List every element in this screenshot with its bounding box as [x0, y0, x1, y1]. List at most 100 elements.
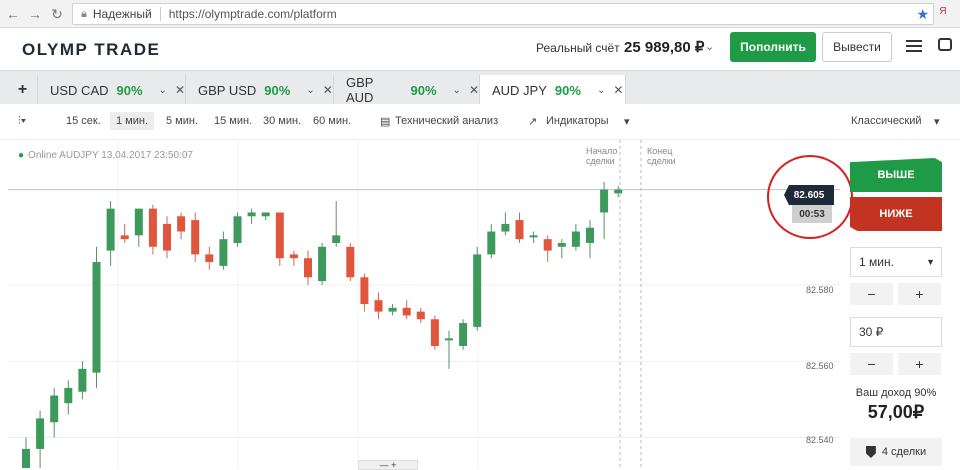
- duration-minus-button[interactable]: −: [850, 283, 893, 305]
- candle-body: [134, 208, 143, 236]
- lock-icon: 🔒︎: [81, 7, 87, 20]
- close-icon[interactable]: ✕: [175, 83, 185, 97]
- y-axis-label: 82.560: [806, 361, 834, 371]
- candle-body: [332, 235, 341, 243]
- amount-minus-button[interactable]: −: [850, 353, 893, 375]
- deal-start-label: Начало сделки: [586, 146, 617, 166]
- online-status: ● Online AUDJPY 13.04.2017 23:50:07: [18, 150, 193, 161]
- reload-icon[interactable]: ↻: [48, 5, 66, 23]
- back-icon[interactable]: ←: [4, 5, 22, 23]
- logo[interactable]: OLYMP TRADE: [22, 40, 160, 60]
- lower-button[interactable]: НИЖЕ: [850, 197, 942, 231]
- candle-body: [346, 246, 355, 278]
- amount-input[interactable]: 30 ₽: [850, 317, 942, 347]
- timeframe-15m[interactable]: 15 мин.: [214, 115, 252, 127]
- bookmark-star-icon[interactable]: ★: [916, 6, 929, 23]
- chevron-down-icon[interactable]: ▾: [934, 115, 940, 128]
- tab-name: USD CAD: [50, 82, 109, 98]
- candle-body: [120, 235, 129, 240]
- forward-icon[interactable]: →: [26, 5, 44, 23]
- amount-value: 30 ₽: [859, 325, 884, 339]
- timeframe-30m[interactable]: 30 мин.: [263, 115, 301, 127]
- address-bar[interactable]: 🔒︎ Надежный https://olymptrade.com/platf…: [72, 3, 934, 25]
- tab-name: AUD JPY: [492, 82, 547, 98]
- candle-body: [318, 246, 327, 282]
- timeframe-60m[interactable]: 60 мин.: [313, 115, 351, 127]
- deposit-button[interactable]: Пополнить: [730, 32, 816, 62]
- candle-body: [163, 223, 171, 251]
- add-tab-button[interactable]: +: [8, 75, 38, 105]
- chevron-down-icon[interactable]: ⌄: [306, 85, 314, 96]
- tab-payout: 90%: [264, 82, 291, 98]
- timeframe-1m[interactable]: 1 мин.: [110, 112, 155, 130]
- candle-body: [64, 387, 73, 404]
- candle-body: [473, 254, 482, 327]
- withdraw-button[interactable]: Вывести: [822, 32, 892, 62]
- y-axis-label: 82.580: [806, 285, 834, 295]
- deal-end-label-line2: сделки: [647, 156, 676, 166]
- higher-button[interactable]: ВЫШЕ: [850, 158, 942, 192]
- tab-usdcad[interactable]: USD CAD 90% ⌄ ✕: [38, 75, 186, 105]
- candlestick-type-icon[interactable]: ⫶▾: [18, 115, 26, 128]
- candle-body: [586, 227, 594, 243]
- candle-body: [459, 323, 468, 346]
- y-axis-label: 82.540: [806, 435, 834, 445]
- candle-body: [205, 254, 214, 263]
- candle-body: [557, 242, 566, 247]
- candle-body: [600, 189, 609, 213]
- account-balance[interactable]: 25 989,80 ₽: [624, 38, 704, 56]
- chevron-down-icon[interactable]: ⌄: [159, 85, 167, 96]
- candle-body: [36, 418, 45, 449]
- candle-body: [191, 220, 200, 255]
- amount-plus-button[interactable]: +: [898, 353, 941, 375]
- price-chart[interactable]: [8, 140, 840, 468]
- url-text[interactable]: https://olymptrade.com/platform: [169, 7, 337, 21]
- shield-icon: [865, 446, 876, 458]
- tech-analysis-icon[interactable]: ▤: [380, 115, 390, 128]
- candle-body: [374, 300, 383, 312]
- candle-body: [304, 258, 312, 278]
- chat-icon[interactable]: [938, 38, 952, 51]
- chevron-down-icon[interactable]: ⌄: [705, 40, 714, 53]
- chevron-down-icon[interactable]: ⌄: [453, 85, 461, 96]
- tab-payout: 90%: [116, 82, 143, 98]
- tab-gbpaud[interactable]: GBP AUD 90% ⌄ ✕: [334, 75, 480, 105]
- candle-body: [529, 235, 538, 238]
- candle-body: [219, 239, 228, 266]
- deals-button[interactable]: 4 сделки: [850, 438, 942, 466]
- candle-body: [106, 208, 115, 251]
- candle-body: [487, 231, 496, 255]
- timeframe-5m[interactable]: 5 мин.: [166, 115, 198, 127]
- candle-body: [430, 319, 439, 346]
- candle-body: [148, 208, 157, 247]
- indicators-icon[interactable]: ↗: [528, 115, 537, 128]
- deal-start-label-line1: Начало: [586, 146, 618, 156]
- zoom-control[interactable]: — +: [358, 460, 418, 470]
- indicators-button[interactable]: Индикаторы: [546, 115, 609, 127]
- candle-body: [92, 262, 101, 373]
- candle-body: [22, 448, 30, 468]
- candle-body: [501, 223, 510, 232]
- candle-body: [261, 212, 270, 217]
- hamburger-menu-icon[interactable]: [906, 40, 922, 52]
- account-type-label[interactable]: Реальный счёт: [536, 41, 620, 55]
- tab-name: GBP AUD: [346, 75, 374, 105]
- extension-icon[interactable]: Я: [936, 6, 950, 20]
- divider: [159, 7, 161, 21]
- close-icon[interactable]: ✕: [469, 83, 479, 97]
- tab-gbpusd[interactable]: GBP USD 90% ⌄ ✕: [186, 75, 334, 105]
- close-icon[interactable]: ✕: [613, 83, 623, 97]
- candle-body: [289, 254, 298, 259]
- candle-body: [445, 338, 453, 341]
- duration-select[interactable]: 1 мин. ▼: [850, 247, 942, 277]
- chevron-down-icon[interactable]: ⌄: [597, 85, 605, 96]
- chevron-down-icon[interactable]: ▾: [624, 115, 630, 128]
- close-icon[interactable]: ✕: [323, 83, 333, 97]
- tech-analysis-button[interactable]: Технический анализ: [395, 115, 498, 127]
- duration-plus-button[interactable]: +: [898, 283, 941, 305]
- candle-body: [360, 277, 369, 304]
- candle-body: [247, 212, 256, 217]
- timeframe-15s[interactable]: 15 сек.: [66, 115, 101, 127]
- tab-audjpy[interactable]: AUD JPY 90% ⌄ ✕: [480, 75, 626, 105]
- view-mode-select[interactable]: Классический: [851, 115, 922, 127]
